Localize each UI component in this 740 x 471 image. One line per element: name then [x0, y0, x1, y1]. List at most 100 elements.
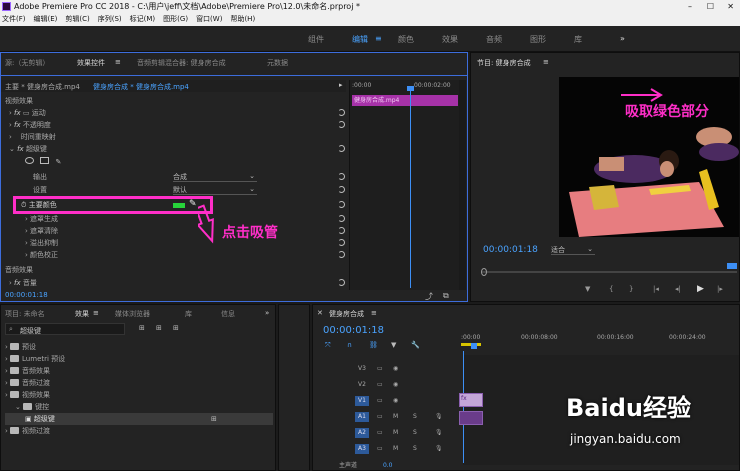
- video-clip-v1[interactable]: fx: [459, 393, 483, 407]
- mute-button[interactable]: M: [393, 441, 398, 457]
- mute-button[interactable]: M: [393, 425, 398, 441]
- nest-icon[interactable]: ⤧: [325, 341, 331, 350]
- settings-wrench-icon[interactable]: 🔧: [411, 341, 420, 349]
- track-header-v2[interactable]: V2 ▭ ◉: [337, 377, 463, 393]
- program-timecode[interactable]: 00:00:01:18: [483, 245, 538, 255]
- timeline-sequence-tab[interactable]: 健身房合成: [329, 309, 364, 319]
- maximize-button[interactable]: ☐: [707, 0, 714, 13]
- track-header-v3[interactable]: V3 ▭ ◉: [337, 361, 463, 377]
- microphone-icon[interactable]: 🎙: [435, 441, 443, 457]
- tab-effects[interactable]: 效果: [75, 309, 89, 319]
- play-clip-icon[interactable]: ▸: [339, 81, 343, 89]
- linked-selection-icon[interactable]: ⛓: [369, 341, 378, 349]
- fit-dropdown[interactable]: 适合 ⌄: [551, 245, 595, 255]
- yuv-effects-icon[interactable]: ⊞: [173, 324, 179, 332]
- lock-track-icon[interactable]: ▭: [377, 441, 383, 457]
- track-label[interactable]: V1: [355, 396, 369, 406]
- workspace-menu-icon[interactable]: ≡: [375, 34, 382, 43]
- reset-icon[interactable]: [338, 227, 345, 234]
- eye-icon[interactable]: ◉: [393, 393, 398, 409]
- program-video-frame[interactable]: 吸取绿色部分: [559, 77, 739, 237]
- mute-button[interactable]: M: [393, 409, 398, 425]
- eye-icon[interactable]: ◉: [393, 377, 398, 393]
- lock-track-icon[interactable]: ▭: [377, 377, 383, 393]
- reset-icon[interactable]: [338, 186, 345, 193]
- effects-tree-item[interactable]: › 预设: [5, 341, 273, 353]
- go-to-in-icon[interactable]: |◂: [653, 285, 659, 293]
- program-scrub-bar[interactable]: [481, 271, 737, 273]
- reset-icon[interactable]: [338, 145, 345, 152]
- rectangle-mask-icon[interactable]: [40, 157, 50, 164]
- stopwatch-icon[interactable]: ⏱: [21, 201, 26, 209]
- lock-track-icon[interactable]: ▭: [377, 409, 383, 425]
- reset-icon[interactable]: [338, 215, 345, 222]
- menu-file[interactable]: 文件(F): [2, 13, 26, 26]
- out-point-icon[interactable]: }: [629, 285, 633, 293]
- effects-tree-item[interactable]: ▣ 超级键 ⊞: [5, 413, 273, 425]
- tab-audio-mixer[interactable]: 音频剪辑混合器: 健身房合成: [137, 58, 226, 68]
- reset-icon[interactable]: [338, 173, 345, 180]
- track-header-a1[interactable]: A1 ▭ M S 🎙: [337, 409, 463, 425]
- reset-icon[interactable]: [338, 109, 345, 116]
- minimize-button[interactable]: –: [688, 0, 692, 13]
- menu-window[interactable]: 窗口(W): [196, 13, 222, 26]
- timeline-playhead-handle[interactable]: [471, 343, 477, 349]
- timeline-timecode[interactable]: 00:00:01:18: [323, 325, 384, 336]
- tab-effects-menu-icon[interactable]: ≡: [93, 309, 99, 317]
- key-color-swatch[interactable]: [173, 203, 185, 208]
- track-header-a3[interactable]: A3 ▭ M S 🎙: [337, 441, 463, 457]
- add-marker-icon[interactable]: ▼: [391, 341, 396, 349]
- microphone-icon[interactable]: 🎙: [435, 409, 443, 425]
- workspace-editing[interactable]: 编辑: [352, 34, 368, 45]
- track-label[interactable]: A2: [355, 428, 369, 438]
- reset-icon[interactable]: [338, 121, 345, 128]
- tab-source[interactable]: 源:（无剪辑）: [5, 58, 49, 68]
- track-label[interactable]: A3: [355, 444, 369, 454]
- export-icon[interactable]: ⧉: [443, 291, 449, 301]
- program-playhead[interactable]: [727, 263, 737, 269]
- lock-track-icon[interactable]: ▭: [377, 361, 383, 377]
- effect-ultra-key[interactable]: ⌄ fx 超级键: [9, 143, 47, 155]
- effect-volume[interactable]: › fx 音量: [9, 277, 37, 289]
- menu-help[interactable]: 帮助(H): [230, 13, 255, 26]
- microphone-icon[interactable]: 🎙: [435, 425, 443, 441]
- reset-icon[interactable]: [338, 279, 345, 286]
- effects-tree-item[interactable]: › 音频过渡: [5, 377, 273, 389]
- effects-tree-item[interactable]: › 音频效果: [5, 365, 273, 377]
- mini-playhead-handle[interactable]: [407, 86, 414, 91]
- sub-matte-cleanup[interactable]: › 遮罩清除: [25, 225, 58, 237]
- lock-track-icon[interactable]: ▭: [377, 425, 383, 441]
- mini-clip-bar[interactable]: 健身房合成.mp4: [352, 95, 458, 106]
- track-header-a2[interactable]: A2 ▭ M S 🎙: [337, 425, 463, 441]
- reset-icon[interactable]: [338, 239, 345, 246]
- effect-scrollbar[interactable]: [459, 80, 466, 290]
- settings-dropdown[interactable]: 默认 ⌄: [173, 185, 257, 195]
- effects-tree-item[interactable]: › 视频效果: [5, 389, 273, 401]
- menu-edit[interactable]: 编辑(E): [34, 13, 58, 26]
- track-label[interactable]: A1: [355, 412, 369, 422]
- play-icon[interactable]: ▶: [697, 284, 704, 294]
- solo-button[interactable]: S: [413, 441, 417, 457]
- track-label[interactable]: V2: [355, 380, 369, 390]
- menu-marker[interactable]: 标记(M): [130, 13, 156, 26]
- mini-playhead[interactable]: [410, 88, 411, 288]
- eye-icon[interactable]: ◉: [393, 361, 398, 377]
- reset-icon[interactable]: [338, 201, 345, 208]
- workspace-effects[interactable]: 效果: [442, 34, 458, 45]
- program-menu-icon[interactable]: ≡: [543, 58, 549, 66]
- sub-spill-suppression[interactable]: › 溢出抑制: [25, 237, 58, 249]
- eyedropper-icon[interactable]: ✎: [189, 199, 197, 209]
- pen-mask-icon[interactable]: ✎: [55, 158, 61, 166]
- step-back-icon[interactable]: ◂|: [675, 285, 681, 293]
- effect-motion[interactable]: › fx ▭ 运动: [9, 107, 46, 119]
- sub-matte-generation[interactable]: › 遮罩生成: [25, 213, 58, 225]
- menu-clip[interactable]: 剪辑(C): [65, 13, 89, 26]
- track-label[interactable]: V3: [355, 364, 369, 374]
- solo-button[interactable]: S: [413, 425, 417, 441]
- filter-icon[interactable]: ⤴: [425, 291, 433, 302]
- effects-tree-item[interactable]: › 视频过渡: [5, 425, 273, 437]
- in-point-icon[interactable]: {: [609, 285, 613, 293]
- effect-controls-timecode[interactable]: 00:00:01:18: [5, 291, 48, 299]
- timeline-close-icon[interactable]: ✕: [317, 309, 323, 317]
- effects-search-input[interactable]: ⌕ 超级键: [5, 323, 125, 335]
